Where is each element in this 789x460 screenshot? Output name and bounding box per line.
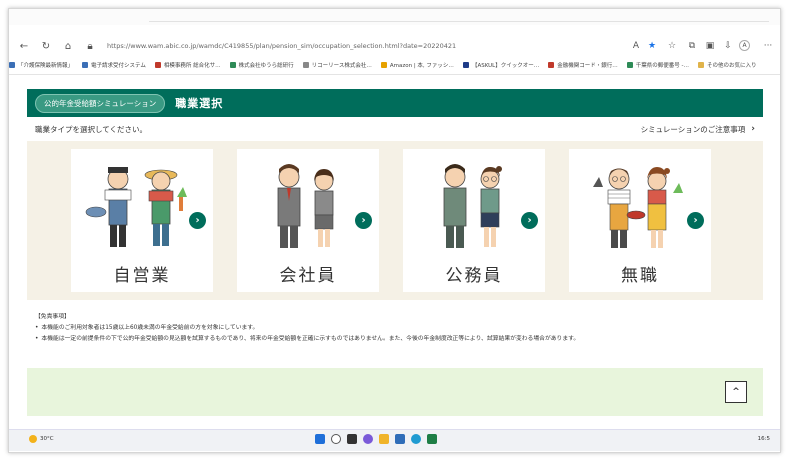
select-arrow-icon: › — [687, 212, 704, 229]
download-icon[interactable]: ⇩ — [721, 36, 735, 56]
windows-start-icon[interactable] — [315, 434, 325, 444]
taskbar-apps — [315, 434, 443, 444]
bookmark-icon — [462, 62, 469, 68]
card-label: 会社員 — [279, 266, 337, 286]
page-content: 公的年金受給額シミュレーション 職業選択 職業タイプを選択してください。 シミュ… — [27, 89, 763, 345]
refresh-icon[interactable]: ↻ — [39, 39, 53, 53]
bookmark-label: Amazon | 本, ファッシ… — [389, 63, 454, 69]
weather-temp: 30°C — [40, 436, 54, 442]
search-icon[interactable] — [331, 434, 341, 444]
disclaimer-heading: 【免責事項】 — [35, 314, 70, 320]
bookmark-icon — [9, 62, 15, 68]
bookmark-label: 千葉県の郵便番号 -… — [635, 63, 689, 69]
bookmark-icon — [154, 62, 161, 68]
select-arrow-icon: › — [521, 212, 538, 229]
disclaimer: 【免責事項】 本機能のご利用対象者は15歳以上60歳未満の年金受給前の方を対象に… — [27, 300, 763, 345]
civil-servant-illustration — [443, 164, 502, 248]
bookmark-item[interactable]: 金融機関コード・銀行… — [548, 61, 618, 69]
taskbar: 30°C 16:5 — [9, 429, 780, 451]
weather-widget[interactable]: 30°C — [29, 435, 54, 443]
bookmarks-bar: 「介護保険最新情報」 電子請求受付システム 相模事務所 総合化サ… 株式会社ゆうら総研… — [9, 58, 780, 72]
card-label: 自営業 — [113, 266, 171, 286]
notice-link-label: シミュレーションのご注意事項 — [640, 124, 746, 134]
task-view-icon[interactable] — [347, 434, 357, 444]
bookmark-label: リコーリース株式会社… — [311, 63, 372, 69]
back-icon[interactable]: ← — [17, 39, 31, 53]
card-civil-servant[interactable]: › 公務員 — [403, 149, 545, 292]
bookmark-icon — [380, 62, 387, 68]
occupation-cards: › 自営業 › 会社員 › 公務員 › 無職 — [27, 141, 763, 300]
back-to-top-button[interactable]: ^ — [725, 381, 747, 403]
unemployed-illustration — [593, 167, 683, 248]
bookmark-icon — [82, 62, 89, 68]
page-header: 公的年金受給額シミュレーション 職業選択 — [27, 89, 763, 117]
window-title-strip — [9, 9, 780, 25]
notice-link[interactable]: シミュレーションのご注意事項 › — [641, 124, 755, 135]
service-badge: 公的年金受給額シミュレーション — [35, 93, 166, 113]
read-aloud-icon[interactable]: A — [629, 36, 643, 56]
bookmark-label: 相模事務所 総合化サ… — [163, 63, 221, 69]
bookmark-item[interactable]: 【ASKUL】クイックオー… — [462, 61, 540, 69]
self-employed-illustration — [85, 167, 187, 247]
footer-band: ^ — [27, 368, 763, 416]
more-menu-icon[interactable]: ··· — [761, 36, 775, 56]
bookmark-label: 金融機関コード・銀行… — [557, 63, 618, 69]
bookmark-item[interactable]: その他のお気に入り — [698, 61, 757, 69]
bookmark-label: 電子請求受付システム — [91, 63, 146, 69]
card-label: 公務員 — [445, 266, 503, 286]
bookmark-label: 株式会社ゆうら総研行 — [238, 63, 294, 69]
card-label: 無職 — [621, 266, 659, 286]
bookmark-icon — [302, 62, 309, 68]
bookmark-item[interactable]: 千葉県の郵便番号 -… — [626, 61, 689, 69]
address-bar-row: ← ↻ ⌂ 🔒︎ https://www.wam.abic.co.jp/wamd… — [9, 36, 780, 56]
edge-icon[interactable] — [411, 434, 421, 444]
disclaimer-item: 本機能は一定の前提条件の下で公的年金受給額の見込額を試算するものであり、将来の年… — [35, 334, 755, 345]
file-explorer-icon[interactable] — [379, 434, 389, 444]
sun-icon — [29, 435, 37, 443]
bookmark-icon — [626, 62, 633, 68]
disclaimer-item: 本機能のご利用対象者は15歳以上60歳未満の年金受給前の方を対象にしています。 — [35, 323, 755, 334]
bookmark-icon — [698, 62, 704, 68]
card-company-employee[interactable]: › 会社員 — [237, 149, 379, 292]
bookmark-icon — [548, 62, 555, 68]
select-arrow-icon: › — [189, 212, 206, 229]
address-url[interactable]: https://www.wam.abic.co.jp/wamdc/C419855… — [107, 42, 456, 50]
instruction-text: 職業タイプを選択してください。 — [35, 124, 148, 134]
bookmark-item[interactable]: 「介護保険最新情報」 — [9, 61, 73, 69]
chat-icon[interactable] — [363, 434, 373, 444]
bookmark-label: 【ASKUL】クイックオー… — [471, 63, 540, 69]
bookmark-item[interactable]: 相模事務所 総合化サ… — [154, 61, 221, 69]
system-clock: 16:5 — [757, 436, 770, 442]
instruction-row: 職業タイプを選択してください。 シミュレーションのご注意事項 › — [27, 117, 763, 141]
outlook-icon[interactable] — [395, 434, 405, 444]
favorites-icon[interactable]: ☆ — [665, 36, 679, 56]
excel-icon[interactable] — [427, 434, 437, 444]
card-unemployed[interactable]: › 無職 — [569, 149, 711, 292]
bookmark-item[interactable]: 株式会社ゆうら総研行 — [229, 61, 294, 69]
bookmark-label: 「介護保険最新情報」 — [18, 63, 74, 69]
page-title: 職業選択 — [175, 97, 224, 110]
favorite-star-icon[interactable]: ★ — [645, 36, 659, 56]
bookmark-icon — [229, 62, 236, 68]
disclaimer-list: 本機能のご利用対象者は15歳以上60歳未満の年金受給前の方を対象にしています。 … — [35, 323, 755, 345]
extensions-icon[interactable]: ▣ — [703, 36, 717, 56]
company-employee-illustration — [277, 164, 334, 248]
home-icon[interactable]: ⌂ — [61, 39, 75, 53]
select-arrow-icon: › — [355, 212, 372, 229]
lock-icon: 🔒︎ — [87, 40, 93, 52]
bookmark-item[interactable]: Amazon | 本, ファッシ… — [380, 61, 454, 69]
bookmark-label: その他のお気に入り — [707, 63, 757, 69]
bookmark-item[interactable]: リコーリース株式会社… — [302, 61, 372, 69]
collections-icon[interactable]: ⧉ — [685, 36, 699, 56]
profile-avatar[interactable]: A — [739, 40, 750, 51]
bookmark-item[interactable]: 電子請求受付システム — [82, 61, 146, 69]
chevron-right-icon: › — [751, 124, 755, 134]
card-self-employed[interactable]: › 自営業 — [71, 149, 213, 292]
browser-window: ← ↻ ⌂ 🔒︎ https://www.wam.abic.co.jp/wamd… — [8, 8, 781, 453]
